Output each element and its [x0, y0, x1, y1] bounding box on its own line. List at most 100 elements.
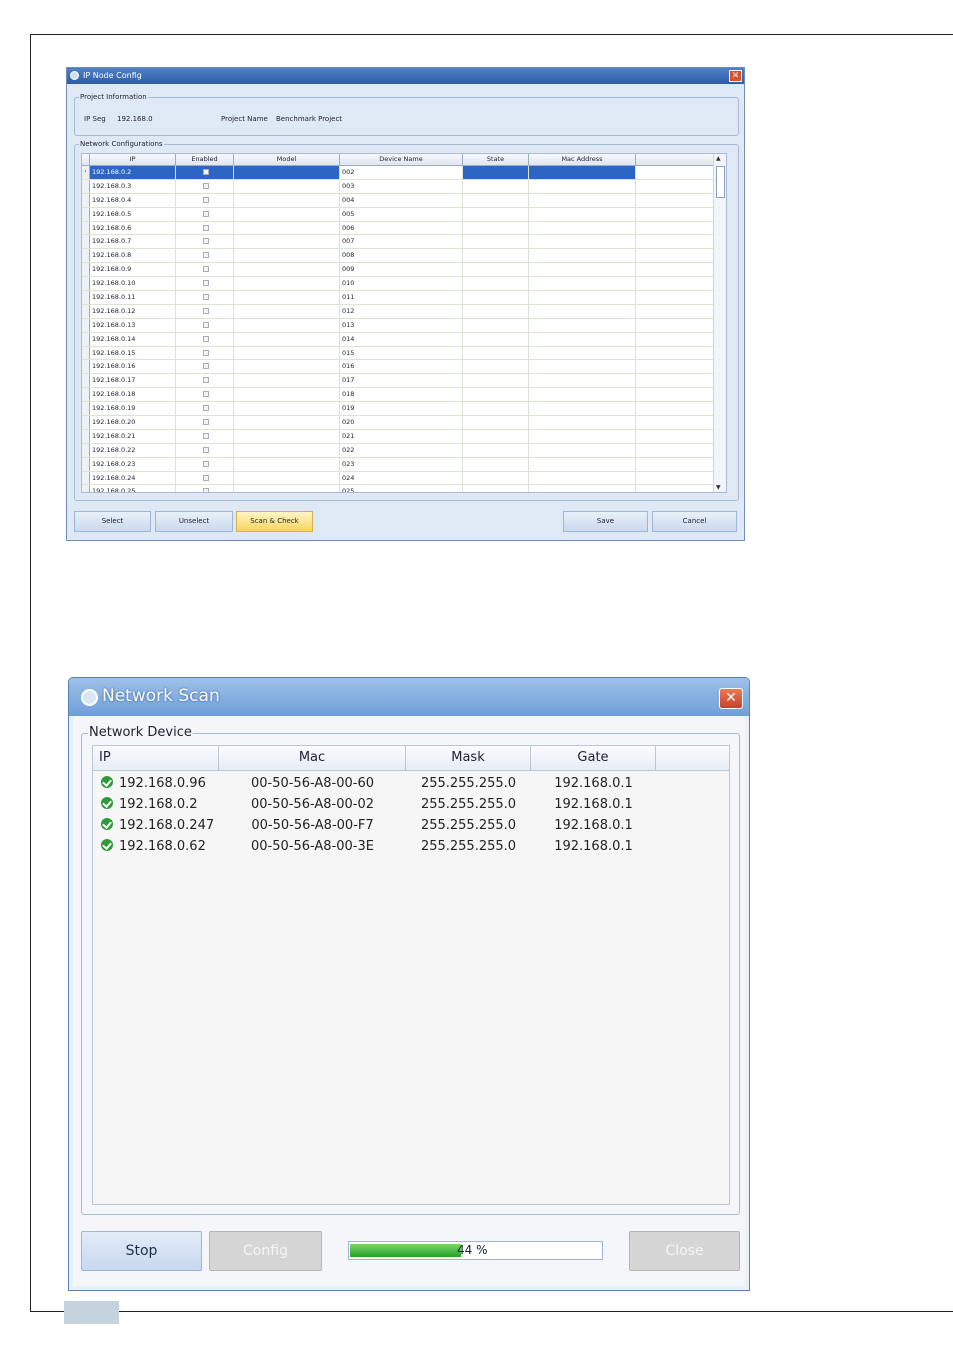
cell-device-name[interactable]: 024 [340, 471, 463, 485]
enabled-checkbox[interactable] [202, 238, 209, 245]
row-selector[interactable] [82, 263, 90, 277]
cell-device-name[interactable]: 009 [340, 263, 463, 277]
scan-check-button[interactable]: Scan & Check [236, 511, 313, 532]
table-row[interactable]: 192.168.0.21 021 [82, 429, 726, 444]
table-row[interactable]: 192.168.0.3 003 [82, 179, 726, 194]
row-selector[interactable] [82, 360, 90, 374]
row-selector[interactable] [82, 304, 90, 318]
enabled-checkbox[interactable] [202, 252, 209, 259]
table-row[interactable]: 192.168.0.14 014 [82, 332, 726, 347]
scroll-down-icon[interactable]: ▼ [716, 484, 721, 491]
cell-device-name[interactable]: 022 [340, 443, 463, 457]
cell-device-name[interactable]: 018 [340, 388, 463, 402]
enabled-checkbox[interactable] [202, 474, 209, 481]
table-row[interactable]: 192.168.0.16 016 [82, 360, 726, 375]
cell-enabled[interactable] [176, 429, 234, 443]
cell-enabled[interactable] [176, 304, 234, 318]
table-row[interactable]: 192.168.0.22 022 [82, 443, 726, 458]
column-header-state[interactable]: State [463, 154, 529, 165]
enabled-checkbox[interactable] [202, 488, 209, 492]
cell-device-name[interactable]: 012 [340, 304, 463, 318]
column-header-mac[interactable]: Mac [219, 746, 406, 770]
table-row[interactable]: 192.168.0.6 006 [82, 221, 726, 236]
cancel-button[interactable]: Cancel [652, 511, 737, 532]
row-selector[interactable] [82, 193, 90, 207]
enabled-checkbox[interactable] [202, 294, 209, 301]
row-selector[interactable] [82, 277, 90, 291]
cell-enabled[interactable] [176, 374, 234, 388]
network-device-list[interactable]: IP Mac Mask Gate 192.168.0.96 00-50-56-A8… [92, 745, 730, 1205]
cell-enabled[interactable] [176, 166, 234, 179]
table-row[interactable]: › 192.168.0.2 002 [82, 166, 726, 180]
enabled-checkbox[interactable] [202, 391, 209, 398]
cell-device-name[interactable]: 016 [340, 360, 463, 374]
table-row[interactable]: 192.168.0.23 023 [82, 457, 726, 472]
table-row[interactable]: 192.168.0.20 020 [82, 416, 726, 430]
cell-enabled[interactable] [176, 193, 234, 207]
close-icon[interactable]: ✕ [729, 70, 742, 82]
cell-enabled[interactable] [176, 388, 234, 402]
cell-device-name[interactable]: 025 [340, 485, 463, 492]
cell-enabled[interactable] [176, 318, 234, 332]
enabled-checkbox[interactable] [202, 363, 209, 370]
table-row[interactable]: 192.168.0.10 010 [82, 277, 726, 292]
cell-enabled[interactable] [176, 346, 234, 360]
cell-enabled[interactable] [176, 457, 234, 471]
column-header-mask[interactable]: Mask [406, 746, 531, 770]
table-row[interactable]: 192.168.0.24 024 [82, 471, 726, 486]
row-selector[interactable] [82, 374, 90, 388]
enabled-checkbox[interactable] [202, 224, 209, 231]
window-title-bar[interactable]: IP Node Config ✕ [67, 68, 744, 84]
unselect-button[interactable]: Unselect [155, 511, 233, 532]
row-selector[interactable] [82, 416, 90, 429]
cell-device-name[interactable]: 002 [340, 166, 463, 179]
cell-device-name[interactable]: 008 [340, 249, 463, 263]
cell-device-name[interactable]: 005 [340, 207, 463, 221]
column-header-ip[interactable]: IP [93, 746, 219, 770]
row-selector[interactable] [82, 249, 90, 263]
enabled-checkbox[interactable] [202, 405, 209, 412]
cell-device-name[interactable]: 015 [340, 346, 463, 360]
cell-enabled[interactable] [176, 416, 234, 429]
cell-device-name[interactable]: 010 [340, 277, 463, 291]
enabled-checkbox[interactable] [202, 266, 209, 273]
table-row[interactable]: 192.168.0.4 004 [82, 193, 726, 208]
cell-enabled[interactable] [176, 471, 234, 485]
enabled-checkbox[interactable] [202, 196, 209, 203]
column-header-mac-address[interactable]: Mac Address [529, 154, 636, 165]
table-row[interactable]: 192.168.0.11 011 [82, 291, 726, 305]
table-row[interactable]: 192.168.0.25 025 [82, 485, 726, 492]
column-header-model[interactable]: Model [234, 154, 340, 165]
enabled-checkbox[interactable] [202, 307, 209, 314]
column-header-ip[interactable]: IP [90, 154, 176, 165]
cell-enabled[interactable] [176, 249, 234, 263]
table-row[interactable]: 192.168.0.8 008 [82, 249, 726, 264]
column-header-enabled[interactable]: Enabled [176, 154, 234, 165]
cell-device-name[interactable]: 006 [340, 221, 463, 235]
row-selector[interactable] [82, 457, 90, 471]
enabled-checkbox[interactable] [202, 446, 209, 453]
close-icon[interactable]: ✕ [719, 688, 743, 709]
cell-device-name[interactable]: 003 [340, 179, 463, 193]
stop-button[interactable]: Stop [81, 1231, 202, 1271]
enabled-checkbox[interactable] [202, 169, 209, 175]
select-button[interactable]: Select [74, 511, 151, 532]
row-selector[interactable] [82, 207, 90, 221]
table-row[interactable]: 192.168.0.17 017 [82, 374, 726, 389]
cell-enabled[interactable] [176, 235, 234, 249]
row-selector[interactable] [82, 429, 90, 443]
cell-device-name[interactable]: 013 [340, 318, 463, 332]
row-selector[interactable] [82, 291, 90, 304]
scroll-thumb[interactable] [716, 166, 725, 198]
column-header-gate[interactable]: Gate [531, 746, 656, 770]
table-row[interactable]: 192.168.0.15 015 [82, 346, 726, 361]
cell-device-name[interactable]: 004 [340, 193, 463, 207]
row-selector[interactable] [82, 221, 90, 235]
cell-device-name[interactable]: 011 [340, 291, 463, 304]
cell-device-name[interactable]: 020 [340, 416, 463, 429]
network-config-grid[interactable]: IP Enabled Model Device Name State Mac A… [81, 153, 727, 493]
enabled-checkbox[interactable] [202, 432, 209, 439]
table-row[interactable]: 192.168.0.5 005 [82, 207, 726, 222]
save-button[interactable]: Save [563, 511, 648, 532]
cell-device-name[interactable]: 021 [340, 429, 463, 443]
